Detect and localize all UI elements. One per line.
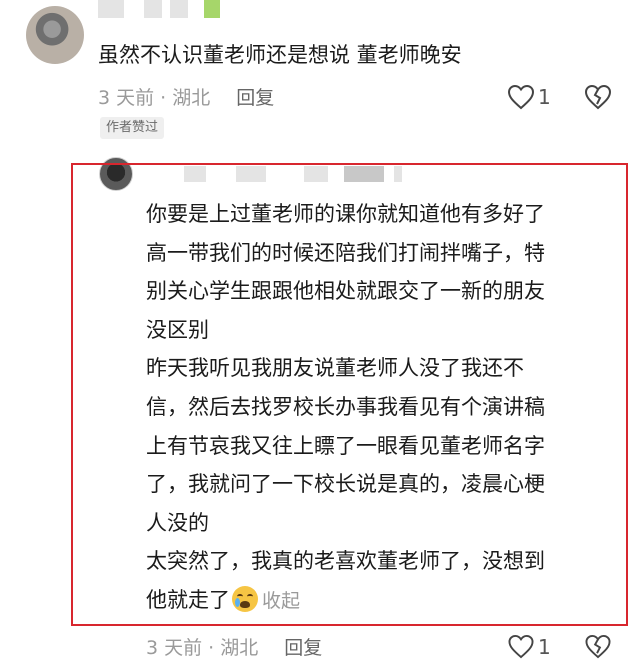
collapse-button[interactable]: 收起 — [262, 590, 300, 612]
reply-line: 了，我就问了一下校长说是真的，凌晨心梗 — [146, 472, 545, 497]
dislike-button[interactable] — [584, 634, 612, 659]
reply-body: 你要是上过董老师的课你就知道他有多好了 高一带我们的时候还陪我们打闹拌嘴子，特 … — [146, 195, 545, 621]
like-count: 1 — [538, 635, 551, 659]
reply-line: 别关心学生跟跟他相处就跟交了一新的朋友 — [146, 279, 545, 304]
like-count: 1 — [538, 85, 551, 109]
username-blur — [144, 0, 162, 18]
reply-line: 信，然后去找罗校长办事我看见有个演讲稿 — [146, 394, 545, 419]
heart-icon — [508, 634, 534, 659]
username-blur — [98, 0, 124, 18]
reply-line: 昨天我听见我朋友说董老师人没了我还不 — [146, 356, 524, 381]
reply-line: 人没的 — [146, 510, 209, 535]
reply-line: 你要是上过董老师的课你就知道他有多好了 — [146, 202, 545, 226]
username-blur — [204, 0, 220, 18]
reply-line: 高一带我们的时候还陪我们打闹拌嘴子，特 — [146, 240, 545, 265]
reply-line: 上有节哀我又往上瞟了一眼看见董老师名字 — [146, 433, 545, 458]
broken-heart-icon — [584, 84, 612, 110]
crying-emoji-icon — [232, 585, 258, 612]
avatar[interactable] — [26, 6, 84, 64]
time-location: 3 天前 · 湖北 — [98, 87, 211, 109]
reply-line: 没区别 — [146, 317, 209, 342]
reply-meta: 3 天前 · 湖北 回复 — [146, 636, 322, 660]
author-liked-badge: 作者赞过 — [100, 117, 165, 139]
like-button[interactable] — [507, 84, 535, 110]
heart-icon — [507, 84, 535, 110]
reply-button[interactable]: 回复 — [236, 87, 274, 109]
username-blur — [170, 0, 188, 18]
reply-button[interactable]: 回复 — [284, 637, 322, 659]
reply-line: 太突然了，我真的老喜欢董老师了，没想到 — [146, 549, 545, 574]
comment-text: 虽然不认识董老师还是想说 董老师晚安 — [98, 43, 462, 67]
comment-meta: 3 天前 · 湖北 回复 — [98, 86, 274, 110]
broken-heart-icon — [585, 634, 611, 659]
reply-line: 他就走了 — [146, 587, 230, 612]
reply-last-line: 他就走了 收起 — [146, 581, 545, 621]
dislike-button[interactable] — [584, 84, 612, 110]
like-button[interactable] — [507, 634, 535, 659]
time-location: 3 天前 · 湖北 — [146, 637, 259, 659]
